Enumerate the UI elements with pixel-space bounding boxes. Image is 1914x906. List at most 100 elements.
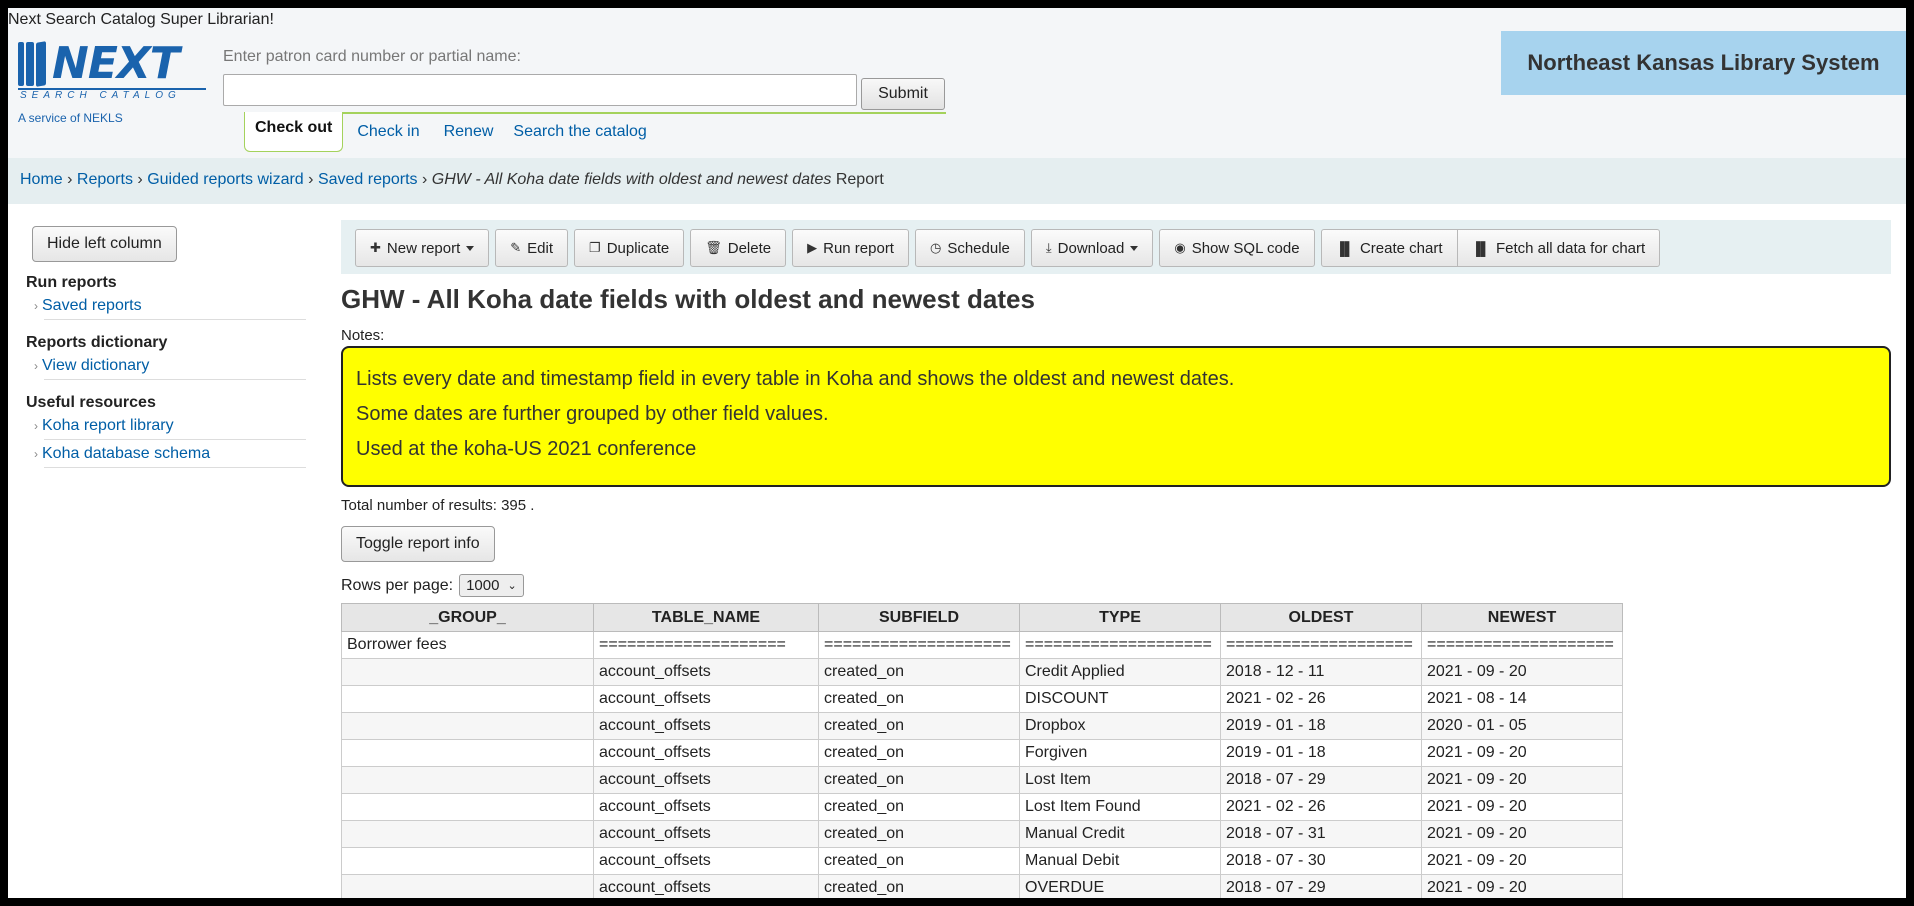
new-report-button[interactable]: ✚ New report xyxy=(355,229,490,267)
breadcrumb-separator: › xyxy=(308,171,314,188)
notes-line: Lists every date and timestamp field in … xyxy=(356,368,1235,390)
chart-button-group: ▐▌ Create chart ▐▌ Fetch all data for ch… xyxy=(1320,229,1661,267)
edit-button[interactable]: ✎ Edit xyxy=(495,229,569,267)
total-results-value: 395 xyxy=(501,497,527,514)
notes-line: Some dates are further grouped by other … xyxy=(356,403,829,425)
logo-service-text: A service of NEKLS xyxy=(18,111,123,125)
eye-icon: ◉ xyxy=(1174,240,1186,255)
notes-box: Lists every date and timestamp field in … xyxy=(341,346,1891,487)
bar-chart-icon: ▐▌ xyxy=(1335,240,1354,256)
header: Next Search Catalog Super Librarian! NEX… xyxy=(8,8,1906,158)
library-system-name: Northeast Kansas Library System xyxy=(1501,31,1906,95)
clock-icon: ◷ xyxy=(929,240,942,255)
caret-down-icon xyxy=(1130,245,1139,251)
sidebar-item-koha-report-library[interactable]: › Koha report library xyxy=(34,412,306,440)
table-cell: account_offsets xyxy=(593,658,819,686)
table-cell: created_on xyxy=(818,712,1020,740)
download-icon: ⤓ xyxy=(1045,240,1052,255)
table-cell: 2018 - 07 - 31 xyxy=(1220,820,1422,848)
table-cell: account_offsets xyxy=(593,766,819,794)
pencil-icon: ✎ xyxy=(510,240,522,255)
breadcrumb: Home › Reports › Guided reports wizard ›… xyxy=(8,158,1906,204)
table-cell: Forgiven xyxy=(1019,739,1221,767)
column-header-table-name[interactable]: TABLE_NAME xyxy=(593,603,819,632)
duplicate-button[interactable]: ❐ Duplicate xyxy=(574,229,685,267)
table-cell: Lost Item Found xyxy=(1019,793,1221,821)
plus-icon: ✚ xyxy=(370,240,381,255)
table-cell: 2021 - 02 - 26 xyxy=(1220,685,1422,713)
table-cell: account_offsets xyxy=(593,874,819,898)
breadcrumb-saved-reports[interactable]: Saved reports xyxy=(318,171,418,188)
column-header-oldest[interactable]: OLDEST xyxy=(1220,603,1422,632)
circulation-tabs: Check out Check in Renew Search the cata… xyxy=(244,112,661,152)
report-title: GHW - All Koha date fields with oldest a… xyxy=(341,284,1035,314)
table-cell xyxy=(341,712,594,740)
logo-subtitle: SEARCH CATALOG xyxy=(18,88,206,101)
table-cell: created_on xyxy=(818,766,1020,794)
submit-button[interactable]: Submit xyxy=(861,78,945,110)
logged-in-user: Next Search Catalog Super Librarian! xyxy=(8,11,274,28)
table-cell: account_offsets xyxy=(593,847,819,875)
table-cell: 2021 - 09 - 20 xyxy=(1421,820,1623,848)
breadcrumb-home[interactable]: Home xyxy=(20,171,63,188)
column-header-newest[interactable]: NEWEST xyxy=(1421,603,1623,632)
tab-search-catalog[interactable]: Search the catalog xyxy=(507,112,660,152)
table-row: account_offsets created_on OVERDUE 2018 - 0… xyxy=(341,874,1623,898)
tab-check-in[interactable]: Check in xyxy=(343,112,433,152)
show-sql-button[interactable]: ◉ Show SQL code xyxy=(1159,229,1315,267)
table-cell: 2021 - 09 - 20 xyxy=(1421,847,1623,875)
notes-label: Notes: xyxy=(341,327,385,344)
create-chart-button[interactable]: ▐▌ Create chart xyxy=(1320,229,1458,267)
sidebar-item-saved-reports[interactable]: › Saved reports xyxy=(34,292,306,320)
run-report-button[interactable]: ▶ Run report xyxy=(792,229,909,267)
table-cell: Lost Item xyxy=(1019,766,1221,794)
rows-per-page-select[interactable]: 1000 ⌄ xyxy=(459,574,524,597)
table-cell: 2018 - 07 - 29 xyxy=(1220,766,1422,794)
nav-heading-reports-dictionary: Reports dictionary xyxy=(26,334,168,351)
table-cell: ==================== xyxy=(818,631,1020,659)
toggle-report-info-button[interactable]: Toggle report info xyxy=(341,526,495,562)
schedule-button[interactable]: ◷ Schedule xyxy=(914,229,1025,267)
rows-per-page: Rows per page: 1000 ⌄ xyxy=(341,574,1891,597)
table-cell: account_offsets xyxy=(593,712,819,740)
chevron-right-icon: › xyxy=(34,447,38,461)
tab-check-out[interactable]: Check out xyxy=(244,112,344,152)
total-results: Total number of results: 395 . xyxy=(341,497,535,514)
nav-heading-useful-resources: Useful resources xyxy=(26,394,156,411)
breadcrumb-guided-reports[interactable]: Guided reports wizard xyxy=(147,171,304,188)
chevron-right-icon: › xyxy=(34,299,38,313)
column-header-group[interactable]: _GROUP_ xyxy=(341,603,594,632)
table-cell: ==================== xyxy=(1220,631,1422,659)
column-header-subfield[interactable]: SUBFIELD xyxy=(818,603,1020,632)
table-cell: created_on xyxy=(818,820,1020,848)
table-cell: Manual Debit xyxy=(1019,847,1221,875)
table-cell xyxy=(341,685,594,713)
patron-search-input[interactable] xyxy=(223,74,857,106)
hide-left-column-button[interactable]: Hide left column xyxy=(32,226,177,262)
chevron-down-icon: ⌄ xyxy=(507,580,517,592)
table-cell: 2021 - 08 - 14 xyxy=(1421,685,1623,713)
caret-down-icon xyxy=(466,245,475,251)
table-row: Borrower fees ==================== =======… xyxy=(341,631,1623,659)
download-button[interactable]: ⤓ Download xyxy=(1030,229,1154,267)
delete-button[interactable]: 🗑 Delete xyxy=(690,229,787,267)
tab-renew[interactable]: Renew xyxy=(434,112,508,152)
app-window: Next Search Catalog Super Librarian! NEX… xyxy=(8,8,1906,898)
table-cell xyxy=(341,847,594,875)
bar-chart-icon: ▐▌ xyxy=(1471,240,1490,256)
table-cell: created_on xyxy=(818,658,1020,686)
logo[interactable]: NEXT SEARCH CATALOG A service of NEKLS xyxy=(18,41,218,125)
column-header-type[interactable]: TYPE xyxy=(1019,603,1221,632)
breadcrumb-reports[interactable]: Reports xyxy=(77,171,133,188)
table-cell xyxy=(341,766,594,794)
sidebar-item-koha-database-schema[interactable]: › Koha database schema xyxy=(34,440,306,468)
table-row: account_offsets created_on Lost Item 2018 -… xyxy=(341,766,1623,794)
left-column: Hide left column Run reports › Saved repo… xyxy=(26,226,306,468)
trash-icon: 🗑 xyxy=(705,240,722,255)
table-cell xyxy=(341,874,594,898)
breadcrumb-current: GHW - All Koha date fields with oldest a… xyxy=(431,171,832,188)
fetch-all-data-button[interactable]: ▐▌ Fetch all data for chart xyxy=(1457,229,1661,267)
sidebar-item-view-dictionary[interactable]: › View dictionary xyxy=(34,352,306,380)
report-results-table: _GROUP_ TABLE_NAME SUBFIELD TYPE OLDEST … xyxy=(341,603,1623,898)
table-cell xyxy=(341,658,594,686)
